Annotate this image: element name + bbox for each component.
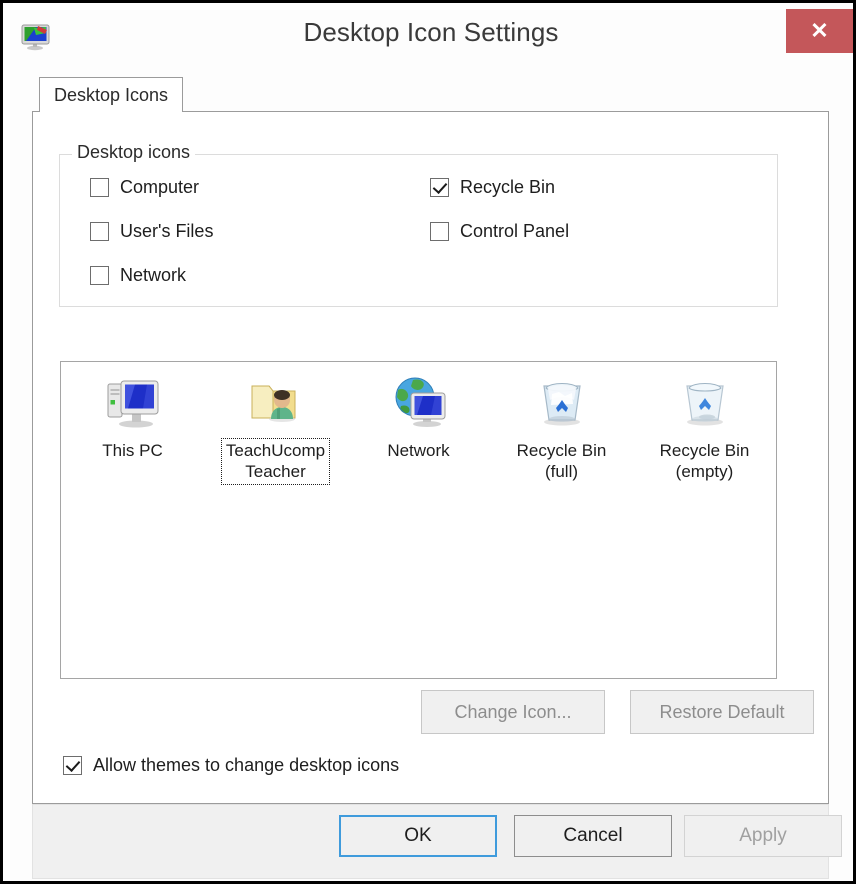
change-icon-button[interactable]: Change Icon...	[421, 690, 605, 734]
preview-item-recycle-bin-full[interactable]: Recycle Bin (full)	[490, 372, 633, 485]
title-bar: Desktop Icon Settings ✕	[6, 6, 853, 65]
close-button[interactable]: ✕	[786, 9, 853, 53]
group-desktop-icons: Desktop icons Computer User's Files Networ…	[59, 142, 778, 307]
checkbox-control-panel-label: Control Panel	[460, 221, 570, 241]
checkmark-icon	[430, 178, 449, 197]
preview-item-label: Network	[387, 441, 450, 460]
group-legend: Desktop icons	[72, 142, 196, 163]
preview-item-network-globe[interactable]: Network	[347, 372, 490, 485]
checkbox-users-files-label: User's Files	[120, 221, 214, 241]
checkbox-recycle-bin-label: Recycle Bin	[460, 177, 556, 197]
preview-item-label: This PC	[102, 441, 163, 460]
checkbox-computer-label: Computer	[120, 177, 200, 197]
checkbox-users-files[interactable]: User's Files	[90, 221, 213, 242]
user-folder-icon	[246, 372, 306, 432]
checkbox-network-label: Network	[120, 265, 187, 285]
preview-item-label: Recycle Bin (empty)	[659, 441, 750, 482]
checkbox-empty-icon	[430, 222, 449, 241]
checkbox-computer[interactable]: Computer	[90, 177, 199, 198]
window-title: Desktop Icon Settings	[303, 17, 559, 47]
preview-item-this-pc[interactable]: This PC	[61, 372, 204, 485]
checkbox-empty-icon	[90, 178, 109, 197]
preview-item-user-folder[interactable]: TeachUcomp Teacher	[204, 372, 347, 485]
dialog-footer: OK Cancel Apply	[32, 804, 842, 879]
icon-preview-list: This PC TeachUcomp Teacher Network Recyc…	[61, 372, 778, 485]
checkbox-allow-themes[interactable]: Allow themes to change desktop icons	[63, 755, 399, 776]
checkbox-empty-icon	[90, 222, 109, 241]
checkbox-control-panel[interactable]: Control Panel	[430, 221, 569, 242]
preview-item-recycle-bin-empty[interactable]: Recycle Bin (empty)	[633, 372, 776, 485]
tab-desktop-icons[interactable]: Desktop Icons	[39, 77, 184, 112]
this-pc-icon	[103, 372, 163, 432]
icon-preview-box: This PC TeachUcomp Teacher Network Recyc…	[60, 361, 777, 679]
desktop-icon-settings-window: Desktop Icon Settings ✕ Desktop Icons De…	[0, 0, 856, 884]
checkbox-empty-icon	[90, 266, 109, 285]
restore-default-button[interactable]: Restore Default	[630, 690, 814, 734]
apply-button[interactable]: Apply	[684, 815, 842, 857]
checkbox-recycle-bin[interactable]: Recycle Bin	[430, 177, 555, 198]
ok-button[interactable]: OK	[339, 815, 497, 857]
recycle-bin-empty-icon	[675, 372, 735, 432]
network-globe-icon	[389, 372, 449, 432]
tab-panel-desktop-icons: Desktop icons Computer User's Files Networ…	[32, 111, 829, 804]
checkbox-allow-themes-label: Allow themes to change desktop icons	[93, 755, 400, 775]
checkmark-icon	[63, 756, 82, 775]
preview-item-label: Recycle Bin (full)	[516, 441, 607, 482]
recycle-bin-full-icon	[532, 372, 592, 432]
cancel-button[interactable]: Cancel	[514, 815, 672, 857]
checkbox-network[interactable]: Network	[90, 265, 186, 286]
tab-area: Desktop Icons Desktop icons Computer User…	[32, 77, 829, 804]
preview-item-label: TeachUcomp Teacher	[220, 438, 331, 485]
tab-strip: Desktop Icons	[32, 77, 829, 112]
window-inner: Desktop Icon Settings ✕ Desktop Icons De…	[6, 6, 853, 881]
